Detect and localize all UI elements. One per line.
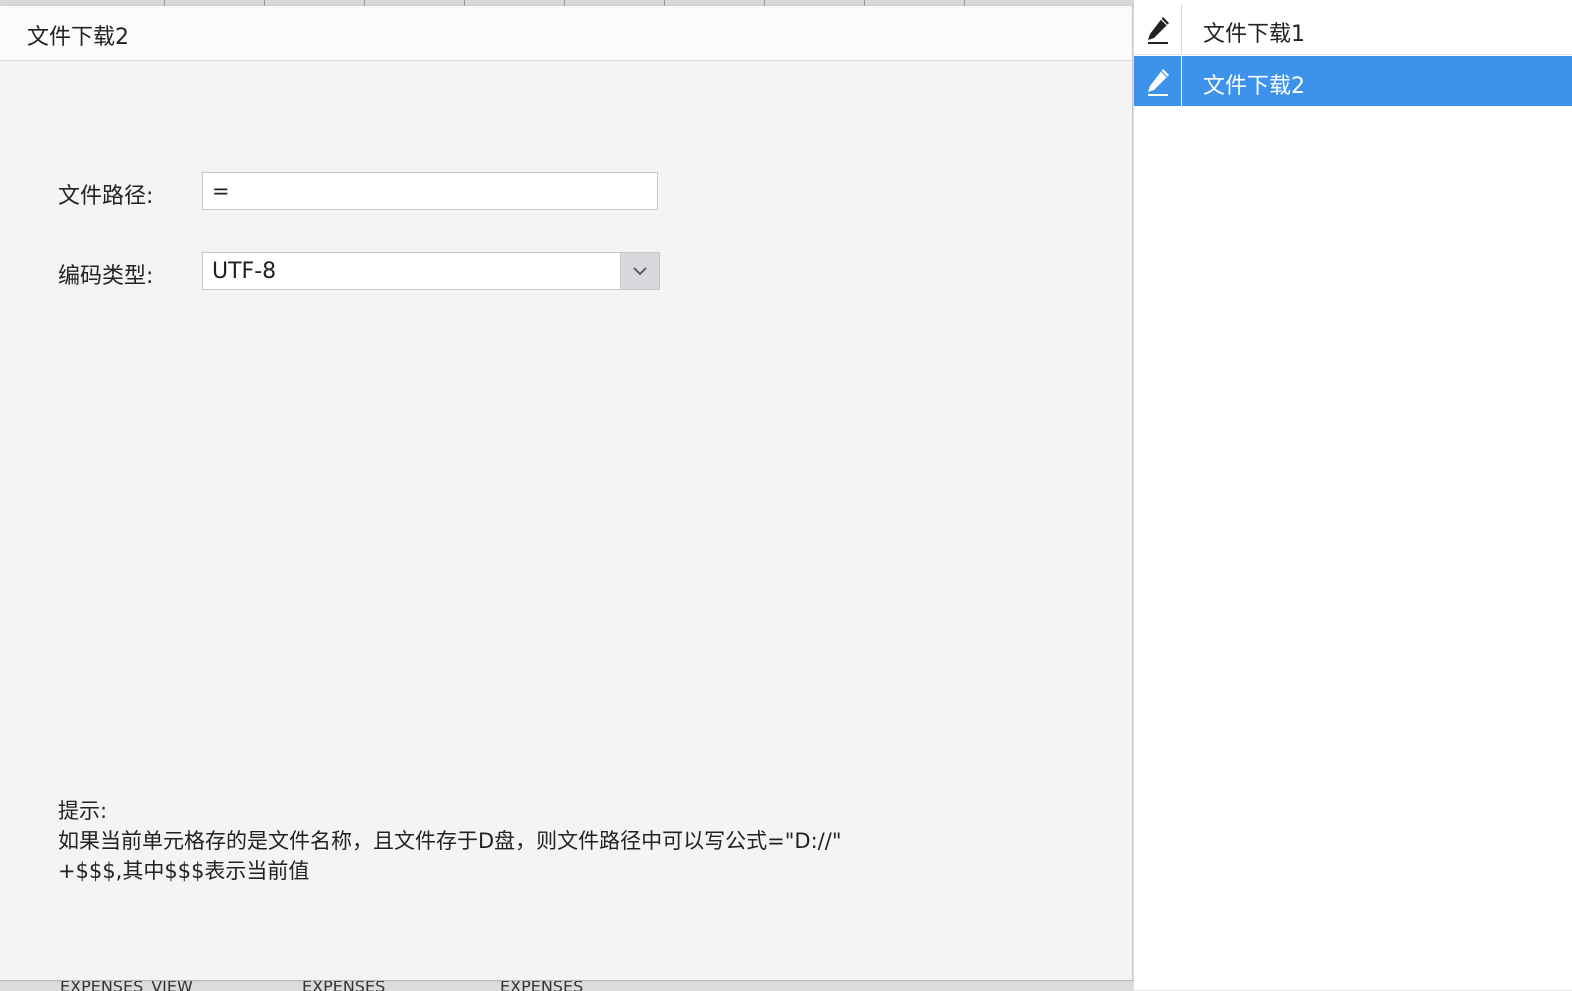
hint-line: +$$$,其中$$$表示当前值: [58, 859, 310, 883]
download-list-panel: 文件下载1 文件下载2: [1134, 0, 1572, 990]
chevron-down-icon: [633, 267, 647, 276]
sheet-tab[interactable]: EXPENSES: [500, 981, 583, 991]
file-path-label: 文件路径:: [58, 184, 154, 209]
hint-line: 如果当前单元格存的是文件名称，且文件存于D盘，则文件路径中可以写公式="D://…: [58, 829, 842, 853]
pencil-icon: [1148, 17, 1169, 44]
hint-title: 提示:: [58, 799, 108, 823]
background-sheet-tabs: EXPENSES_VIEW EXPENSES EXPENSES: [0, 980, 1134, 991]
encoding-type-select[interactable]: UTF-8: [202, 252, 660, 290]
list-item-icon-cell: [1134, 56, 1182, 106]
list-item-file-download-1[interactable]: 文件下载1: [1134, 4, 1572, 55]
encoding-selected-value: UTF-8: [212, 259, 277, 284]
list-item-file-download-2[interactable]: 文件下载2: [1134, 56, 1572, 106]
list-item-icon-cell: [1134, 4, 1182, 54]
pencil-icon: [1148, 69, 1169, 96]
list-item-label: 文件下载1: [1203, 22, 1305, 47]
dialog-header: 文件下载2: [0, 6, 1132, 61]
sheet-tab[interactable]: EXPENSES: [302, 981, 385, 991]
file-path-input[interactable]: [202, 172, 658, 210]
hint-text: 提示: 如果当前单元格存的是文件名称，且文件存于D盘，则文件路径中可以写公式="…: [58, 796, 978, 886]
file-download-dialog: 文件下载2 文件路径: 编码类型: UTF-8 提示: 如果当前单元格存的是文件…: [0, 6, 1133, 980]
encoding-dropdown-button[interactable]: [620, 253, 659, 289]
sheet-tab[interactable]: EXPENSES_VIEW: [60, 981, 193, 991]
list-item-label: 文件下载2: [1203, 74, 1305, 99]
encoding-type-label: 编码类型:: [58, 264, 154, 289]
dialog-title: 文件下载2: [27, 25, 129, 50]
